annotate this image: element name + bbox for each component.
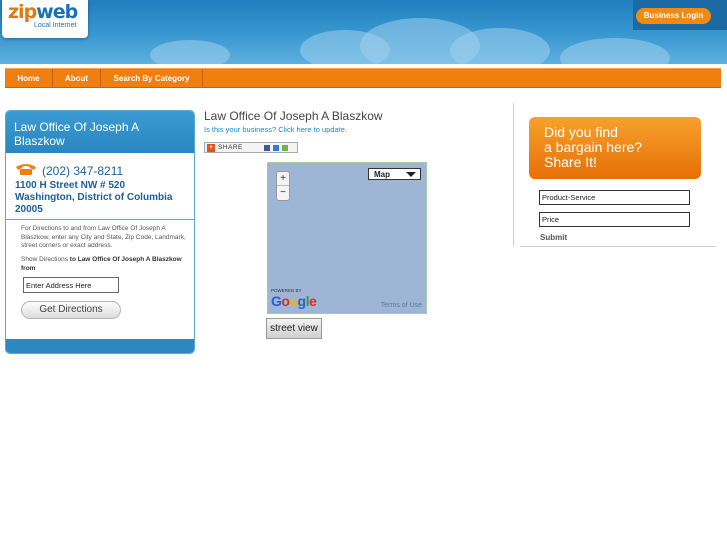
zipweb-logo[interactable]: zipweb Local Internet	[2, 0, 88, 38]
business-login-button[interactable]: Business Login	[636, 8, 711, 24]
logo-tagline: Local Internet	[34, 22, 77, 29]
share-button[interactable]: + SHARE	[204, 142, 298, 153]
chevron-down-icon	[406, 172, 416, 177]
login-bar: Business Login	[633, 0, 727, 30]
nav-item-home[interactable]: Home	[5, 69, 53, 88]
phone-row: (202) 347-8211	[15, 162, 123, 180]
google-letter: o	[289, 293, 298, 309]
main-nav: Home About Search By Category	[5, 68, 721, 88]
price-input[interactable]	[539, 212, 690, 227]
digg-icon	[281, 144, 288, 151]
listing-card: Law Office Of Joseph A Blaszkow (202) 34…	[5, 110, 195, 354]
site-header: zipweb Local Internet Business Login	[0, 0, 727, 64]
listing-card-footer	[6, 339, 194, 353]
get-directions-button[interactable]: Get Directions	[21, 301, 121, 319]
business-title: Law Office Of Joseph A Blaszkow	[204, 109, 383, 123]
promo-bottom-divider	[520, 246, 716, 247]
bargain-promo-banner: Did you find a bargain here? Share It!	[529, 117, 701, 179]
directions-help-text: For Directions to and from Law Office Of…	[21, 225, 186, 249]
street-view-button[interactable]: street view	[266, 318, 322, 339]
google-letter: e	[308, 293, 317, 309]
address-line-3: 20005	[15, 204, 43, 215]
product-service-input[interactable]	[539, 190, 690, 205]
claim-business-link[interactable]: Is this your business? Click here to upd…	[204, 125, 347, 134]
submit-button[interactable]: Submit	[540, 233, 567, 242]
phone-icon	[15, 162, 37, 180]
map-zoom-control: + −	[276, 171, 290, 201]
logo-text-web: web	[36, 1, 78, 23]
header-cloud	[150, 40, 230, 64]
logo-text-zip: zip	[8, 1, 37, 23]
share-label: SHARE	[218, 144, 243, 151]
start-address-input[interactable]	[23, 277, 119, 293]
map-view[interactable]: + − Map POWERED BY Google Terms of Use	[267, 162, 427, 314]
google-logo[interactable]: Google	[271, 293, 317, 309]
promo-line-1: Did you find	[544, 124, 618, 140]
map-type-label: Map	[374, 170, 390, 179]
facebook-icon	[263, 144, 270, 151]
social-bookmark-icons	[261, 144, 288, 151]
phone-number[interactable]: (202) 347-8211	[42, 164, 123, 178]
nav-item-search-by-category[interactable]: Search By Category	[101, 69, 203, 88]
map-type-select[interactable]: Map	[368, 168, 421, 180]
header-cloud	[450, 28, 550, 64]
right-column-divider	[513, 103, 514, 246]
zoom-out-button[interactable]: −	[280, 187, 286, 198]
address-line-1: 1100 H Street NW # 520	[15, 180, 126, 191]
show-directions-prefix: Show Directions	[21, 256, 68, 263]
delicious-icon	[272, 144, 279, 151]
share-plus-icon: +	[207, 143, 215, 152]
google-letter: G	[271, 293, 282, 309]
show-directions-target: to Law Office Of Joseph A Blaszkow	[69, 256, 182, 263]
logo-wordmark: zipweb	[8, 1, 82, 23]
promo-line-2: a bargain here?	[544, 139, 643, 155]
nav-item-about[interactable]: About	[53, 69, 101, 88]
show-directions-suffix: from	[21, 264, 36, 272]
show-directions-text: Show Directions to Law Office Of Joseph …	[21, 256, 189, 273]
terms-of-use-link[interactable]: Terms of Use	[381, 302, 422, 309]
address-line-2: Washington, District of Columbia	[15, 192, 173, 203]
header-cloud	[560, 38, 670, 64]
google-letter: g	[297, 293, 307, 309]
listing-card-title: Law Office Of Joseph A Blaszkow	[6, 111, 194, 153]
promo-line-3: Share It!	[544, 154, 597, 170]
zoom-in-button[interactable]: +	[277, 172, 289, 186]
card-divider	[6, 219, 194, 220]
